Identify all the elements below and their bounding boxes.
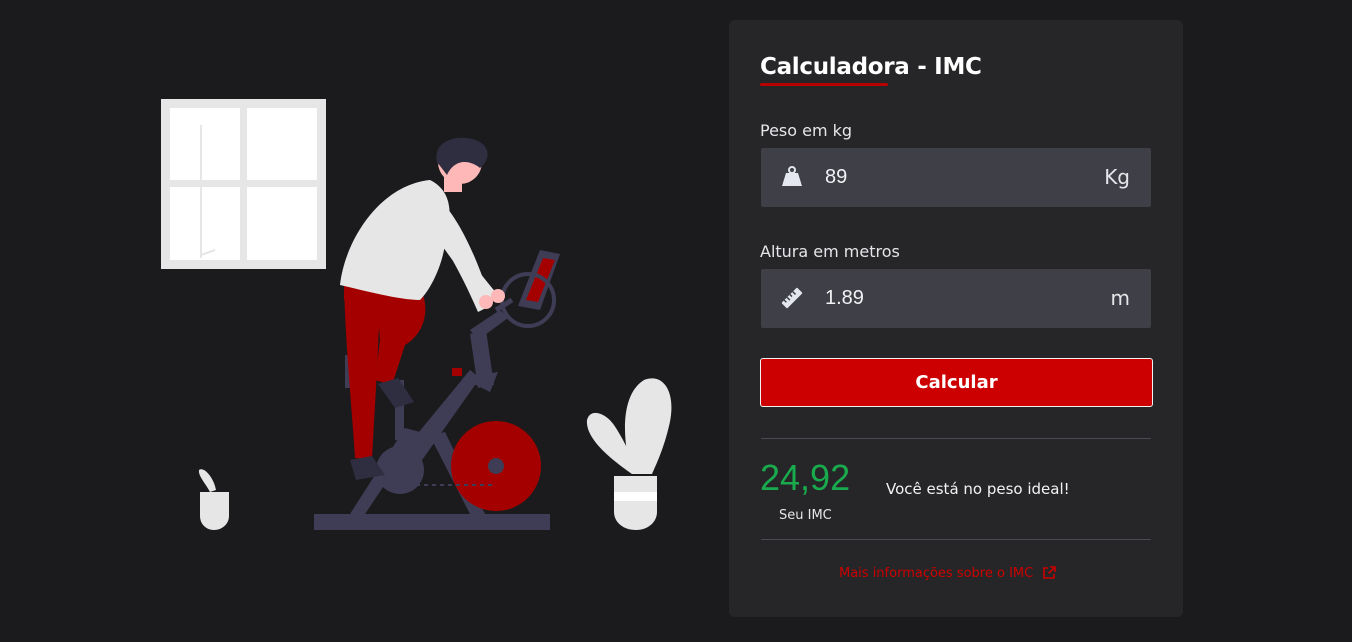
imc-caption: Seu IMC [779, 508, 832, 523]
height-input-box: m [761, 269, 1151, 328]
divider [761, 438, 1151, 439]
more-info-label: Mais informações sobre o IMC [839, 565, 1034, 581]
height-label: Altura em metros [760, 242, 900, 261]
calculate-button[interactable]: Calcular [760, 358, 1153, 407]
weight-icon [782, 166, 802, 186]
divider [761, 539, 1151, 540]
small-plant-illustration [198, 469, 229, 530]
more-info-link[interactable]: Mais informações sobre o IMC [839, 565, 1057, 581]
title-underline [760, 83, 888, 86]
height-input[interactable] [825, 269, 1075, 328]
imc-calculator-card: Calculadora - IMC Peso em kg Kg Altura e… [729, 20, 1183, 617]
page: Calculadora - IMC Peso em kg Kg Altura e… [0, 0, 1352, 642]
imc-value: 24,92 [760, 457, 851, 498]
weight-label: Peso em kg [760, 121, 853, 140]
window-illustration [161, 99, 326, 269]
height-unit: m [1110, 286, 1130, 310]
exercise-bike-illustration [161, 99, 672, 530]
weight-unit: Kg [1104, 165, 1130, 189]
card-title: Calculadora - IMC [760, 54, 982, 80]
external-link-icon [1043, 566, 1057, 579]
imc-status-message: Você está no peso ideal! [886, 480, 1070, 498]
ruler-icon [781, 287, 803, 309]
potted-plant-illustration [586, 378, 672, 530]
weight-input-box: Kg [761, 148, 1151, 207]
weight-input[interactable] [825, 148, 1075, 207]
